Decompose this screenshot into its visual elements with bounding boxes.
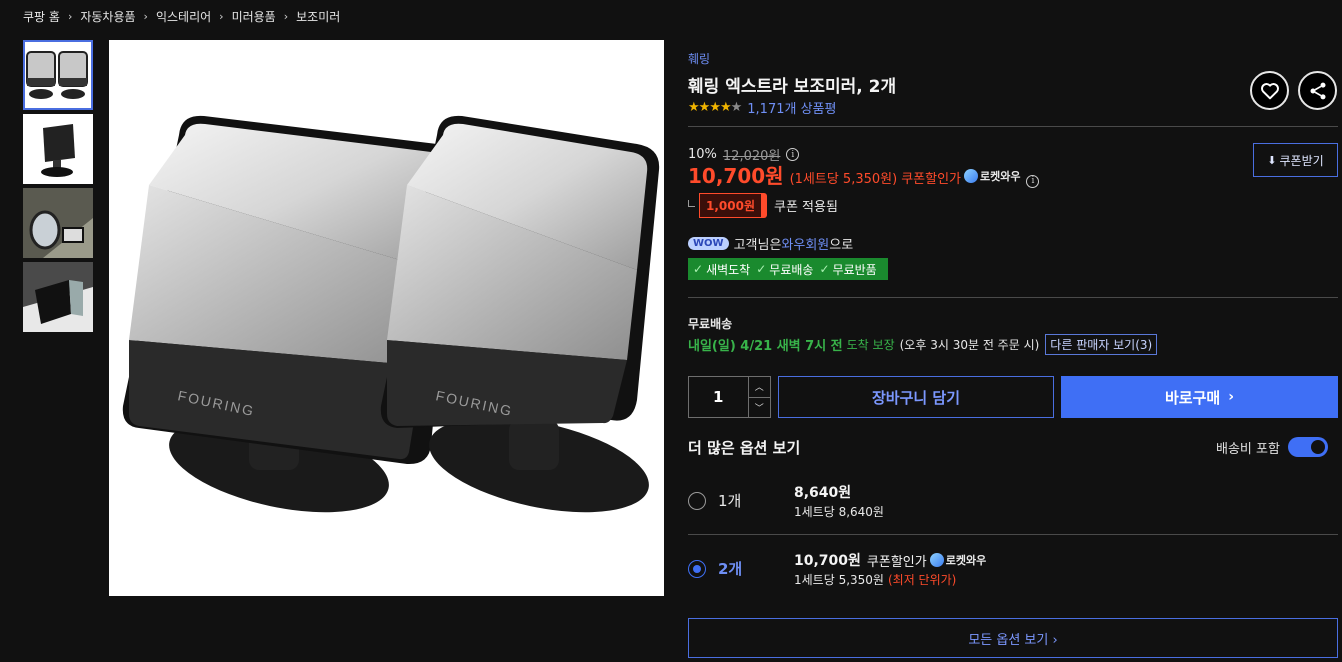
main-product-image: FOURING FOURING: [109, 40, 664, 596]
buy-now-button[interactable]: 바로구매 ›: [1061, 376, 1338, 418]
rating[interactable]: ★ ★ ★ ★ ★ 1,171개 상품평: [688, 98, 836, 117]
thumbnail-1[interactable]: [23, 40, 93, 110]
car-mirror-installed-thumbnail: [23, 188, 93, 258]
wow-badge: WOW: [688, 237, 729, 250]
shipping-arrival: 내일(일) 4/21 새벽 7시 전 도착 보장 (오후 3시 30분 전 주문…: [688, 334, 1158, 355]
star-icon: ★: [719, 100, 732, 115]
review-count-link[interactable]: 1,171개 상품평: [747, 98, 836, 117]
coupon-price-label: 쿠폰할인가: [901, 172, 961, 187]
shipping-included-label: 배송비 포함: [1216, 441, 1280, 457]
option-name: 2개: [718, 560, 743, 578]
more-options-title: 더 많은 옵션 보기: [688, 439, 801, 457]
quantity-stepper[interactable]: 1 ︿ ﹀: [688, 376, 771, 418]
benefit-free-return: 무료반품: [832, 262, 877, 277]
wow-member-line: WOW 고객님은 와우회원 으로: [688, 234, 853, 253]
coupon-download-button[interactable]: ⬇ 쿠폰받기: [1253, 143, 1338, 177]
mirror-back-thumbnail: [41, 124, 75, 177]
shipping-included-toggle[interactable]: [1287, 437, 1328, 457]
check-icon: ✓: [756, 262, 767, 276]
wow-benefits-bar: ✓ 새벽도착 ✓ 무료배송 ✓ 무료반품: [688, 258, 888, 280]
order-cutoff-note: (오후 3시 30분 전 주문 시): [899, 338, 1040, 352]
option-price: 8,640원: [794, 485, 852, 501]
thumbnail-3[interactable]: [23, 188, 93, 258]
chevron-right-icon: ›: [1228, 389, 1234, 405]
option-price: 10,700원 쿠폰할인가 로켓와우: [794, 550, 986, 570]
indent-corner: [688, 200, 695, 207]
quantity-input[interactable]: 1: [689, 377, 748, 417]
star-half-icon: ★: [730, 100, 743, 115]
download-icon: ⬇: [1267, 153, 1277, 167]
option-radio-1[interactable]: [688, 492, 706, 510]
coupon-applied-row: 1,000원 쿠폰 적용됨: [688, 193, 838, 218]
product-title: 훼링 엑스트라 보조미러, 2개: [688, 77, 897, 97]
chevron-right-icon: ›: [143, 10, 148, 23]
brand-link[interactable]: 훼링: [688, 50, 710, 67]
chevron-up-icon[interactable]: ︿: [748, 377, 770, 398]
arrival-guarantee: 도착 보장: [846, 338, 895, 352]
mirror-closeup-thumbnail: [23, 262, 93, 332]
option-row-2[interactable]: 2개 10,700원 쿠폰할인가 로켓와우 1세트당 5,350원 (최저 단위가…: [688, 548, 1338, 596]
star-icon: ★: [688, 100, 700, 115]
unit-price: (1세트당 5,350원): [789, 172, 898, 187]
rocket-icon: [929, 553, 944, 567]
coupon-amount-tag: 1,000원: [699, 193, 767, 218]
shipping-title: 무료배송: [688, 317, 733, 331]
lowest-unit-badge: (최저 단위가): [887, 573, 957, 587]
breadcrumb: 쿠팡 홈 › 자동차용품 › 익스테리어 › 미러용품 › 보조미러: [23, 8, 340, 25]
wishlist-button[interactable]: [1250, 71, 1289, 110]
option-coupon-label: 쿠폰할인가: [866, 554, 927, 570]
rocket-wow-badge: 로켓와우: [964, 168, 1020, 184]
divider: [688, 126, 1338, 127]
wow-member-link[interactable]: 와우회원: [781, 234, 829, 253]
thumbnail-2[interactable]: [23, 114, 93, 184]
chevron-right-icon: ›: [219, 10, 224, 23]
check-icon: ✓: [693, 262, 704, 276]
sale-price: 10,700원: [688, 164, 784, 188]
mirror-pair-thumbnail: [26, 51, 88, 99]
benefit-dawn-delivery: 새벽도착: [706, 262, 751, 277]
heart-icon: [1260, 82, 1279, 99]
wow-prefix: 고객님은: [733, 238, 782, 253]
option-unit-price: 1세트당 5,350원 (최저 단위가): [794, 573, 957, 587]
all-options-button[interactable]: 모든 옵션 보기 ›: [688, 618, 1338, 658]
check-icon: ✓: [819, 262, 830, 276]
option-radio-2[interactable]: [688, 560, 706, 578]
benefit-free-shipping: 무료배송: [769, 262, 814, 277]
right-mirror: FOURING: [380, 115, 660, 513]
star-icon: ★: [709, 100, 721, 115]
price-line: 10,700원 (1세트당 5,350원) 쿠폰할인가 로켓와우 i: [688, 160, 1040, 189]
shipping-included-toggle-row: 배송비 포함: [1216, 437, 1328, 457]
share-icon: [1310, 82, 1325, 99]
chevron-down-icon[interactable]: ﹀: [749, 398, 770, 418]
breadcrumb-home[interactable]: 쿠팡 홈: [23, 8, 60, 25]
rocket-icon: [964, 169, 978, 183]
arrival-date: 내일(일) 4/21 새벽 7시 전: [688, 339, 843, 354]
option-unit-price: 1세트당 8,640원: [794, 505, 884, 519]
share-button[interactable]: [1298, 71, 1337, 110]
coupon-applied-text: 쿠폰 적용됨: [774, 200, 838, 215]
other-sellers-button[interactable]: 다른 판매자 보기(3): [1045, 334, 1158, 355]
thumbnail-4[interactable]: [23, 262, 93, 332]
info-icon[interactable]: i: [1026, 174, 1040, 188]
rocket-wow-badge: 로켓와우: [929, 552, 986, 568]
breadcrumb-category-4[interactable]: 보조미러: [296, 8, 340, 25]
breadcrumb-category-1[interactable]: 자동차용품: [80, 8, 135, 25]
option-name: 1개: [718, 492, 742, 510]
chevron-right-icon: ›: [67, 10, 73, 23]
breadcrumb-category-3[interactable]: 미러용품: [232, 8, 276, 25]
breadcrumb-category-2[interactable]: 익스테리어: [156, 8, 211, 25]
wow-suffix: 으로: [829, 238, 854, 253]
divider: [688, 297, 1338, 298]
star-icon: ★: [698, 100, 711, 115]
divider: [688, 534, 1338, 535]
option-row-1[interactable]: 1개 8,640원 1세트당 8,640원: [688, 480, 1338, 528]
add-to-cart-button[interactable]: 장바구니 담기: [778, 376, 1054, 418]
chevron-right-icon: ›: [283, 10, 289, 23]
